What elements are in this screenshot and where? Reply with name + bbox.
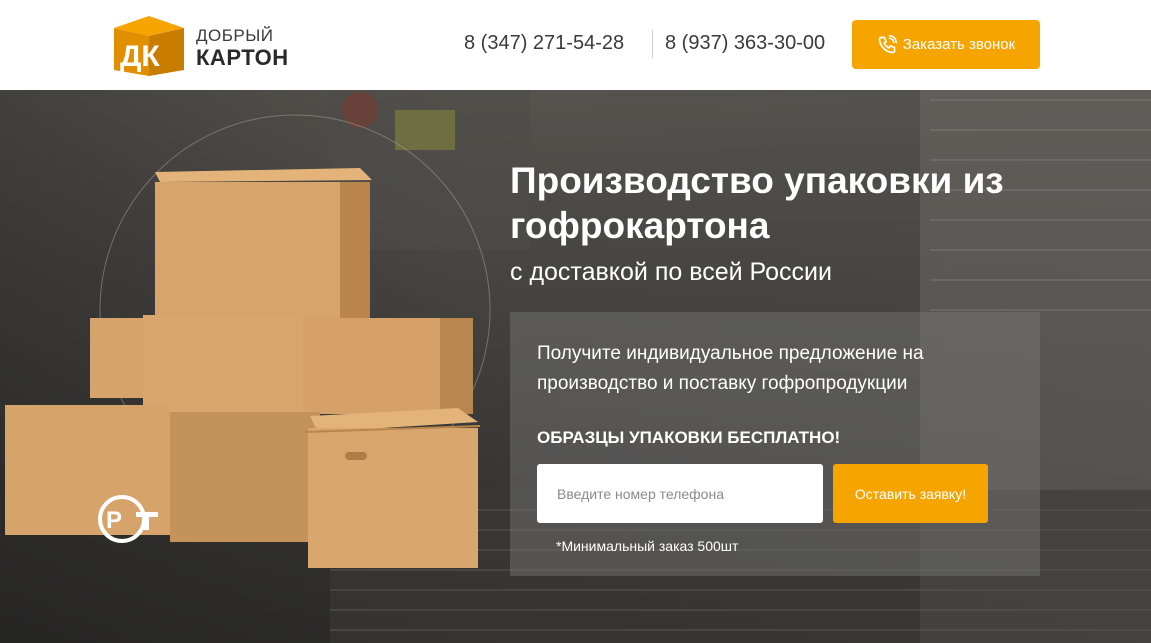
hero-title: Производство упаковки из гофрокартона [510, 160, 1004, 246]
submit-request-button[interactable]: Оставить заявку! [833, 464, 988, 523]
logo-mark-icon: ДК [114, 16, 184, 76]
phone-number-2[interactable]: 8 (937) 363-30-00 [665, 32, 825, 55]
cardboard-boxes-illustration [5, 168, 481, 568]
gost-certification-icon: P [98, 495, 158, 543]
order-call-label: Заказать звонок [902, 36, 1016, 53]
phone-icon [878, 34, 897, 53]
logo-letters: ДК [120, 40, 160, 73]
offer-highlight: ОБРАЗЦЫ УПАКОВКИ БЕСПЛАТНО! [537, 428, 841, 447]
phone-separator [652, 30, 653, 58]
phone-number-1[interactable]: 8 (347) 271-54-28 [464, 32, 624, 55]
svg-text:P: P [106, 507, 122, 534]
logo[interactable]: ДК ДОБРЫЙ КАРТОН [110, 14, 310, 76]
hero-subtitle: с доставкой по всей России [510, 258, 832, 286]
order-call-button[interactable]: Заказать звонок [852, 20, 1040, 69]
logo-text-line1: ДОБРЫЙ [196, 26, 274, 45]
offer-panel: Получите индивидуальное предложение на п… [510, 312, 1040, 576]
hero-section: P Производство упаковки из гофрокартона … [0, 90, 1151, 643]
phone-input[interactable] [537, 464, 823, 523]
offer-text: Получите индивидуальное предложение на п… [537, 343, 924, 394]
logo-text-line2: КАРТОН [196, 45, 289, 70]
min-order-note: *Минимальный заказ 500шт [556, 538, 739, 554]
site-header: ДК ДОБРЫЙ КАРТОН 8 (347) 271-54-28 8 (93… [0, 0, 1151, 90]
